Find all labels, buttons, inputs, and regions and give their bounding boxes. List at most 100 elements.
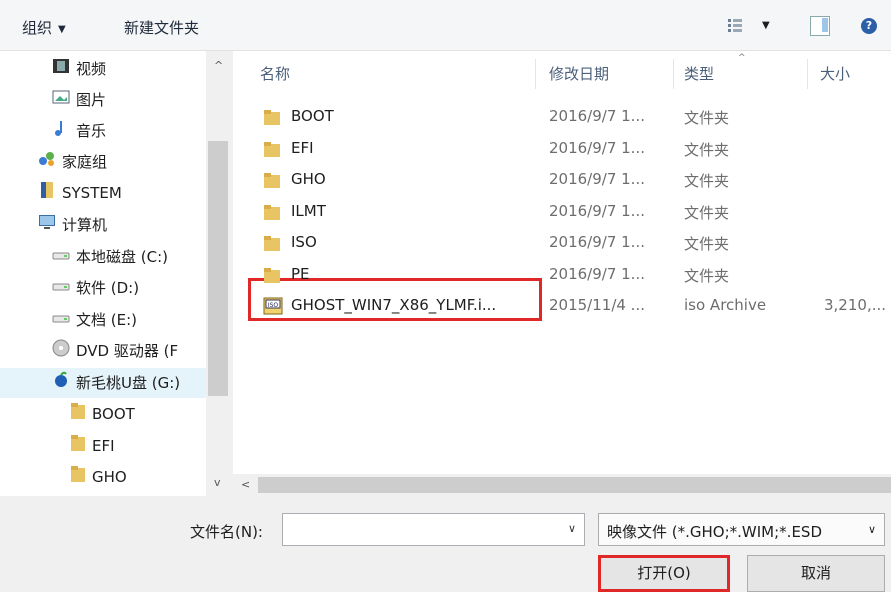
folder-icon: [263, 140, 281, 157]
folder-icon: [263, 171, 281, 188]
nav-item-label: 本地磁盘 (C:): [76, 248, 168, 266]
file-type: 文件夹: [684, 109, 730, 127]
nav-item-label: 软件 (D:): [76, 279, 140, 297]
column-divider[interactable]: [535, 59, 536, 89]
column-header-name[interactable]: 名称: [260, 63, 290, 84]
file-type: 文件夹: [684, 235, 730, 253]
column-header-type[interactable]: 类型: [684, 63, 714, 84]
file-name: GHO: [291, 170, 326, 188]
scroll-left-icon[interactable]: <: [241, 478, 250, 491]
view-dropdown-icon[interactable]: ▼: [762, 20, 770, 31]
file-row[interactable]: BOOT 2016/9/7 1... 文件夹: [233, 101, 891, 131]
nav-item[interactable]: 家庭组: [38, 148, 107, 176]
nav-item-label: SYSTEM: [62, 184, 122, 202]
folder-icon: [263, 203, 281, 220]
horizontal-scrollbar-thumb[interactable]: [258, 477, 891, 493]
nav-scrollbar-thumb[interactable]: [208, 141, 228, 396]
file-row[interactable]: ISO 2016/9/7 1... 文件夹: [233, 227, 891, 257]
nav-item[interactable]: SYSTEM: [38, 179, 122, 207]
preview-pane-icon[interactable]: [810, 16, 830, 36]
drive-icon: [52, 307, 70, 335]
nav-item-label: BOOT: [92, 405, 135, 423]
filename-label: 文件名(N):: [190, 523, 263, 541]
file-name: BOOT: [291, 107, 334, 125]
user-folder-icon: [38, 180, 56, 208]
file-date: 2015/11/4 ...: [549, 296, 645, 314]
column-divider[interactable]: [673, 59, 674, 89]
bottom-bar: 文件名(N): ∨ 映像文件 (*.GHO;*.WIM;*.ESD ∨ 打开(O…: [0, 496, 891, 592]
nav-item[interactable]: BOOT: [70, 400, 135, 428]
file-row[interactable]: ISO GHOST_WIN7_X86_YLMF.i... 2015/11/4 ...…: [233, 290, 891, 320]
nav-item-label: GHO: [92, 468, 127, 486]
file-date: 2016/9/7 1...: [549, 107, 645, 125]
folder-icon: [263, 234, 281, 251]
nav-item[interactable]: 软件 (D:): [52, 274, 139, 302]
file-date: 2016/9/7 1...: [549, 202, 645, 220]
sort-ascending-icon: ^: [738, 53, 746, 63]
help-icon[interactable]: ?: [861, 18, 877, 34]
file-row[interactable]: EFI 2016/9/7 1... 文件夹: [233, 133, 891, 163]
column-divider[interactable]: [807, 59, 808, 89]
nav-item[interactable]: DVD 驱动器 (F: [52, 337, 178, 365]
computer-icon: [38, 212, 56, 240]
open-button[interactable]: 打开(O): [598, 555, 730, 592]
picture-icon: [52, 87, 70, 115]
nav-item[interactable]: 计算机: [38, 211, 107, 239]
organize-label: 组织: [22, 19, 53, 37]
new-folder-button[interactable]: 新建文件夹: [124, 17, 199, 38]
horizontal-scrollbar[interactable]: <: [233, 474, 891, 496]
chevron-down-icon[interactable]: ∨: [568, 522, 576, 535]
svg-text:ISO: ISO: [268, 302, 279, 309]
chevron-down-icon[interactable]: ∨: [868, 523, 876, 536]
organize-button[interactable]: 组织 ▼: [22, 17, 66, 38]
folder-icon: [70, 464, 86, 492]
file-type: 文件夹: [684, 204, 730, 222]
nav-item[interactable]: 音乐: [52, 117, 106, 145]
file-name: ISO: [291, 233, 317, 251]
nav-item[interactable]: EFI: [70, 432, 115, 460]
iso-file-icon: ISO: [263, 297, 283, 315]
cancel-button[interactable]: 取消: [747, 555, 885, 592]
file-row[interactable]: PE 2016/9/7 1... 文件夹: [233, 259, 891, 289]
homegroup-icon: [38, 149, 56, 177]
file-type: iso Archive: [684, 296, 767, 314]
nav-item-label: 计算机: [62, 216, 108, 234]
view-options-icon[interactable]: [728, 19, 742, 33]
file-row[interactable]: GHO 2016/9/7 1... 文件夹: [233, 164, 891, 194]
column-header-size[interactable]: 大小: [820, 63, 850, 84]
toolbar: 组织 ▼ 新建文件夹 ▼ ?: [0, 0, 891, 51]
nav-item[interactable]: 文档 (E:): [52, 306, 137, 334]
folder-icon: [263, 266, 281, 283]
nav-item-label: 文档 (E:): [76, 311, 138, 329]
nav-item-label: 图片: [76, 91, 107, 109]
file-row[interactable]: ILMT 2016/9/7 1... 文件夹: [233, 196, 891, 226]
file-name: PE: [291, 265, 310, 283]
column-header-date[interactable]: 修改日期: [549, 63, 609, 84]
file-list: 名称 修改日期 类型 ^ 大小 < BOOT 2016/9/7 1... 文件夹 EF…: [233, 51, 891, 496]
folder-icon: [70, 433, 86, 461]
video-icon: [52, 56, 70, 84]
nav-item[interactable]: 新毛桃U盘 (G:): [52, 369, 180, 397]
file-type-filter[interactable]: 映像文件 (*.GHO;*.WIM;*.ESD ∨: [598, 513, 885, 546]
scroll-down-icon[interactable]: v: [214, 476, 221, 489]
file-size: 3,210,...: [824, 296, 887, 314]
file-date: 2016/9/7 1...: [549, 170, 645, 188]
scroll-up-icon[interactable]: ^: [214, 59, 223, 72]
file-type-filter-value: 映像文件 (*.GHO;*.WIM;*.ESD: [607, 523, 822, 541]
chevron-down-icon: ▼: [58, 24, 66, 35]
nav-item-label: 新毛桃U盘 (G:): [76, 374, 181, 392]
usb-drive-icon: [52, 370, 70, 398]
file-date: 2016/9/7 1...: [549, 139, 645, 157]
nav-item-label: 音乐: [76, 122, 107, 140]
nav-item[interactable]: 本地磁盘 (C:): [52, 243, 168, 271]
nav-item[interactable]: 图片: [52, 86, 106, 114]
music-icon: [52, 118, 70, 146]
nav-item[interactable]: GHO: [70, 463, 127, 491]
file-type: 文件夹: [684, 172, 730, 190]
nav-scrollbar[interactable]: ^ v: [206, 51, 232, 496]
nav-item-label: 家庭组: [62, 153, 108, 171]
filename-input[interactable]: ∨: [282, 513, 585, 546]
nav-item[interactable]: 视频: [52, 55, 106, 83]
drive-icon: [52, 275, 70, 303]
nav-item-label: EFI: [92, 437, 115, 455]
